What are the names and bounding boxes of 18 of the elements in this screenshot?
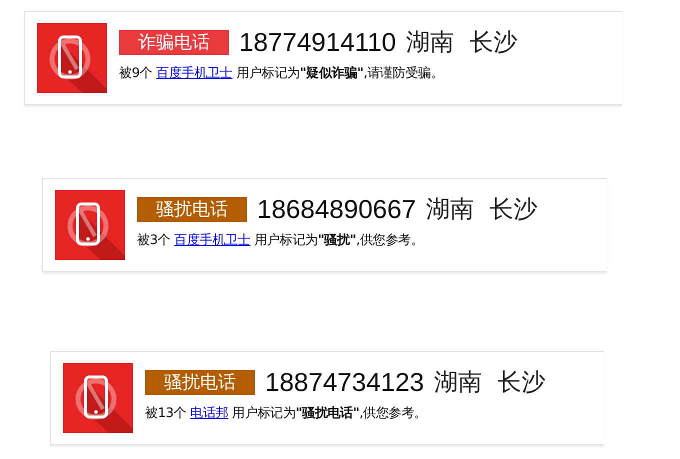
location-text: 湖南 长沙 [434,367,546,398]
mark-description: 被3个 百度手机卫士 用户标记为"骚扰",供您参考。 [137,232,424,249]
source-link[interactable]: 百度手机卫士 [174,233,250,248]
phone-number: 18874734123 [265,366,424,398]
source-link[interactable]: 百度手机卫士 [156,66,232,81]
phone-number: 18684890667 [257,194,416,224]
blocked-phone-icon [55,190,125,260]
phone-tag: 诈骗电话 [119,30,229,54]
location-text: 湖南 长沙 [426,194,538,225]
phone-tag: 骚扰电话 [145,370,255,394]
mark-description: 被9个 百度手机卫士 用户标记为"疑似诈骗",请谨防受骗。 [119,64,445,82]
phone-number: 18774914110 [239,26,396,58]
location-text: 湖南 长沙 [406,27,518,58]
phone-tag: 骚扰电话 [137,196,247,222]
blocked-phone-icon [63,363,133,433]
mark-description: 被13个 电话邦 用户标记为"骚扰电话",供您参考。 [145,405,428,422]
source-link[interactable]: 电话邦 [190,406,228,421]
blocked-phone-icon [37,23,107,93]
